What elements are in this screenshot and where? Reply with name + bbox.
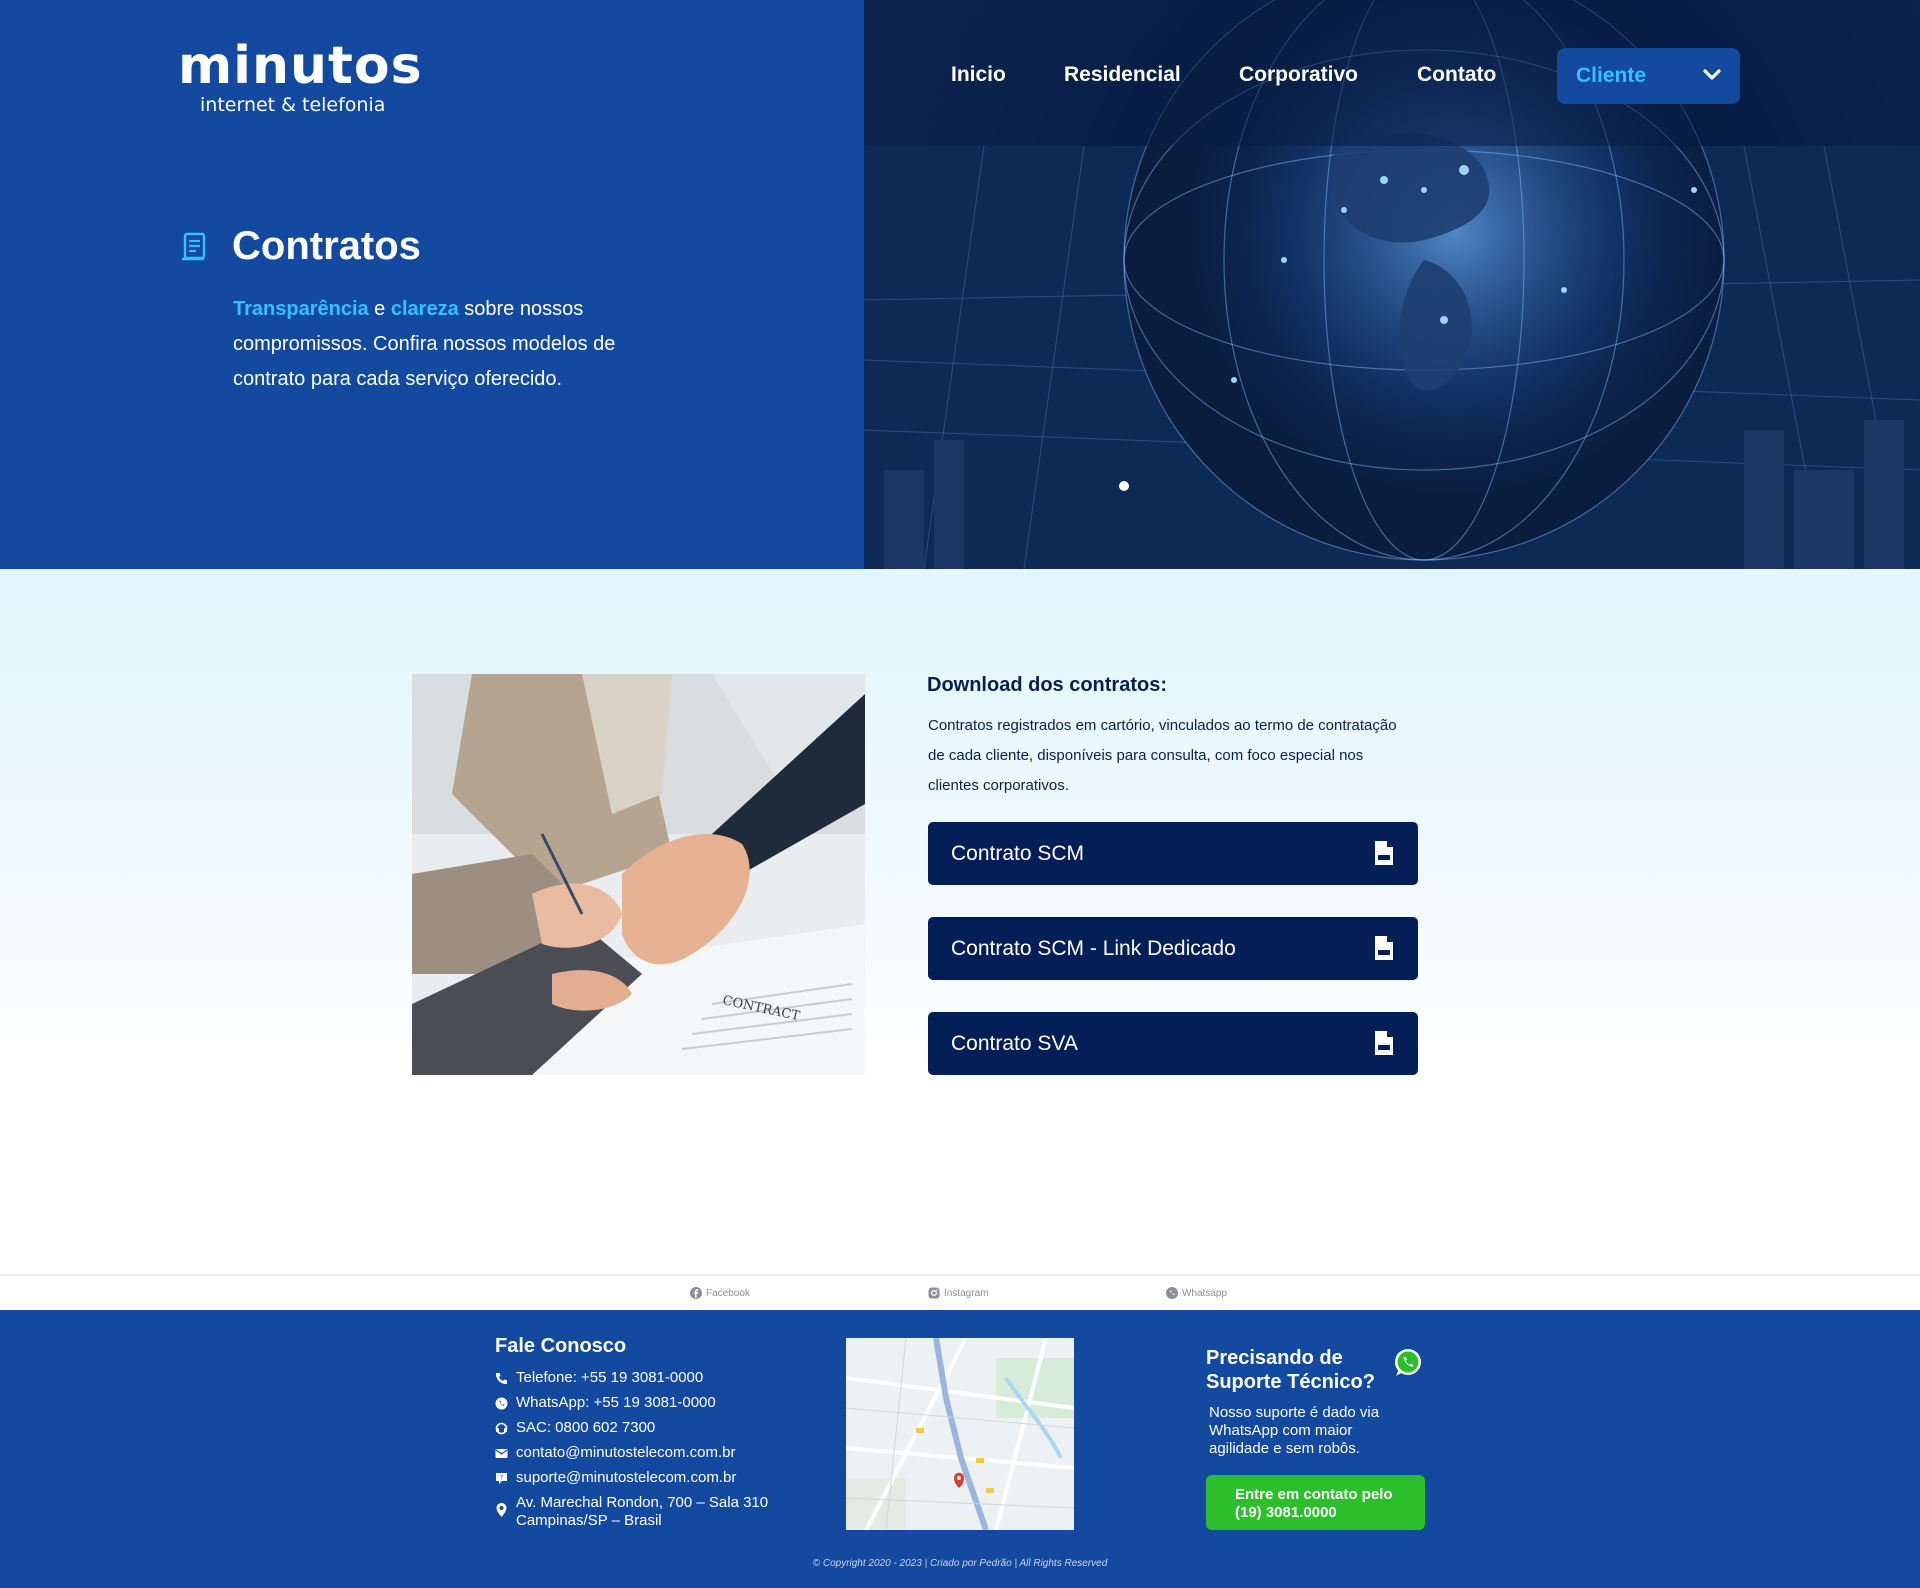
downloads-description: Contratos registrados em cartório, vincu… (928, 717, 1397, 794)
cliente-dropdown[interactable]: Cliente (1557, 48, 1740, 104)
location-pin-icon (496, 1503, 507, 1517)
social-facebook-label: Facebook (706, 1287, 750, 1299)
pdf-file-icon (1375, 1031, 1393, 1055)
handshake-illustration: CONTRACT (412, 674, 865, 1075)
contract-label: Contrato SVA (951, 1031, 1078, 1055)
svg-text:?: ? (500, 1475, 503, 1482)
footer-address: Av. Marechal Rondon, 700 – Sala 310 Campi… (495, 1494, 768, 1530)
footer-whatsapp[interactable]: WhatsApp: +55 19 3081-0000 (495, 1394, 716, 1412)
social-bar: Facebook Instagram Whatsapp (0, 1274, 1920, 1310)
pdf-file-icon (1375, 841, 1393, 865)
social-instagram-label: Instagram (944, 1287, 989, 1299)
hero-desc-join: e (368, 298, 391, 320)
copyright: © Copyright 2020 - 2023 | Criado por Ped… (812, 1558, 1108, 1569)
contract-sva-button[interactable]: Contrato SVA (928, 1012, 1418, 1075)
whatsapp-button-line1: Entre em contato pelo (1235, 1486, 1393, 1503)
social-whatsapp-label: Whatsapp (1182, 1287, 1228, 1299)
contract-label: Contrato SCM - Link Dedicado (951, 936, 1236, 960)
social-facebook-link[interactable]: Facebook (690, 1287, 750, 1299)
footer-whatsapp-text: WhatsApp: +55 19 3081-0000 (516, 1394, 716, 1411)
whatsapp-contact-button[interactable]: Entre em contato pelo (19) 3081.0000 (1206, 1475, 1425, 1530)
nav-item-inicio[interactable]: Inicio (951, 63, 1006, 87)
footer-email-support-text: suporte@minutostelecom.com.br (516, 1469, 737, 1486)
nav-item-corporativo[interactable]: Corporativo (1239, 63, 1358, 87)
downloads-title: Download dos contratos: (927, 674, 1167, 696)
handshake-photo: CONTRACT (412, 674, 865, 1075)
nav-item-residencial[interactable]: Residencial (1064, 63, 1181, 87)
footer-phone-text: Telefone: +55 19 3081-0000 (516, 1369, 704, 1386)
chevron-down-icon (1703, 69, 1721, 80)
support-description: Nosso suporte é dado via WhatsApp com ma… (1209, 1404, 1380, 1457)
footer-sac[interactable]: SAC: 0800 602 7300 (495, 1419, 655, 1437)
headset-icon (495, 1422, 508, 1435)
cliente-dropdown-label: Cliente (1576, 64, 1647, 87)
facebook-icon (690, 1287, 702, 1299)
nav-backdrop (864, 0, 1920, 146)
footer-contact-title: Fale Conosco (495, 1335, 627, 1357)
brand-logo[interactable]: minutos internet & telefonia (178, 38, 423, 116)
brand-tagline: internet & telefonia (200, 94, 386, 116)
whatsapp-icon (1166, 1287, 1178, 1299)
footer-email-contact-text: contato@minutostelecom.com.br (516, 1444, 736, 1461)
brand-name: minutos (178, 36, 423, 96)
hero-left-panel (0, 0, 864, 569)
mail-icon (495, 1449, 508, 1458)
whatsapp-button-line2: (19) 3081.0000 (1235, 1504, 1337, 1521)
document-icon (182, 232, 206, 260)
whatsapp-icon[interactable] (1392, 1347, 1424, 1379)
footer-address-line2: Campinas/SP – Brasil (516, 1512, 662, 1529)
contract-scm-link-dedicado-button[interactable]: Contrato SCM - Link Dedicado (928, 917, 1418, 980)
support-chat-icon: ? (496, 1473, 507, 1484)
hero-section: minutos internet & telefonia Inicio Resi… (0, 0, 1920, 569)
contract-scm-button[interactable]: Contrato SCM (928, 822, 1418, 885)
pdf-file-icon (1375, 936, 1393, 960)
footer-phone[interactable]: Telefone: +55 19 3081-0000 (495, 1369, 703, 1387)
footer-email-contact[interactable]: contato@minutostelecom.com.br (495, 1444, 736, 1462)
footer-email-support[interactable]: ? suporte@minutostelecom.com.br (495, 1469, 736, 1487)
highlight-transparencia: Transparência (233, 298, 369, 320)
contract-label: Contrato SCM (951, 841, 1085, 865)
footer-sac-text: SAC: 0800 602 7300 (516, 1419, 656, 1436)
social-instagram-link[interactable]: Instagram (928, 1287, 988, 1299)
highlight-clareza: clareza (390, 298, 459, 320)
location-map[interactable] (846, 1338, 1074, 1530)
phone-icon (496, 1373, 507, 1384)
whatsapp-icon (495, 1397, 508, 1410)
footer-address-text: Av. Marechal Rondon, 700 – Sala 310 Campi… (516, 1494, 768, 1530)
instagram-icon (928, 1287, 940, 1299)
social-whatsapp-link[interactable]: Whatsapp (1166, 1287, 1227, 1299)
support-title: Precisando de Suporte Técnico? (1206, 1347, 1375, 1393)
map-illustration (846, 1338, 1074, 1530)
hero-description: Transparência e clareza sobre nossos com… (233, 292, 663, 397)
page-title-row: Contratos (180, 224, 421, 269)
footer-address-line1: Av. Marechal Rondon, 700 – Sala 310 (516, 1494, 769, 1511)
page-title: Contratos (232, 224, 421, 268)
nav-item-contato[interactable]: Contato (1417, 63, 1496, 87)
